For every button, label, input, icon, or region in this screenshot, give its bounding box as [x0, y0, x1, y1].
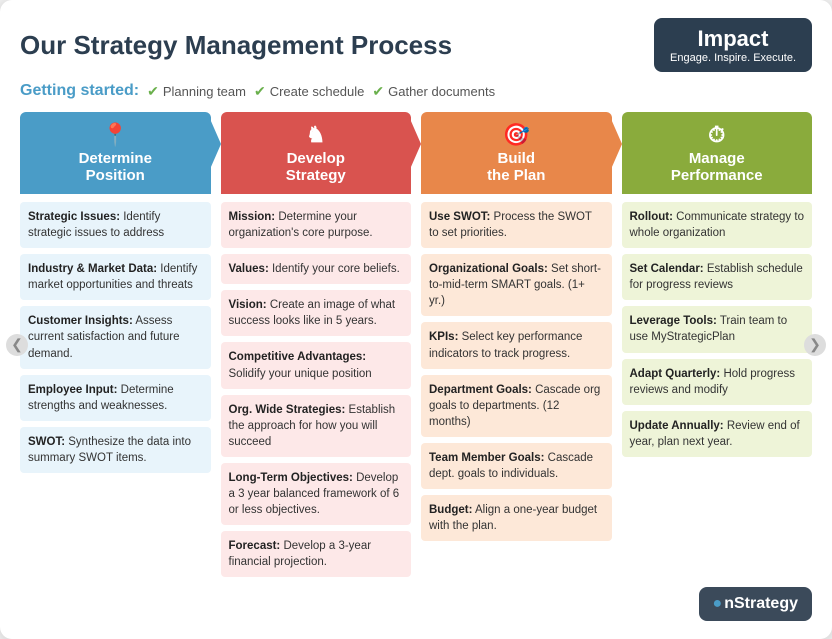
gs-item-documents: ✔ Gather documents	[372, 83, 495, 100]
col-wrap-build-the-plan: 🎯Buildthe Plan Use SWOT: Process the SWOT…	[421, 112, 612, 577]
col-wrap-manage-performance: ⏱ManagePerformance Rollout: Communicate s…	[622, 112, 813, 577]
list-item: Department Goals: Cascade org goals to d…	[421, 375, 612, 437]
nav-arrow-left[interactable]: ❮	[6, 334, 28, 356]
gs-documents-label: Gather documents	[388, 84, 495, 99]
col-title-determine-position: DeterminePosition	[79, 150, 152, 184]
col-header-manage-performance: ⏱ManagePerformance	[622, 112, 813, 194]
list-item: Competitive Advantages: Solidify your un…	[221, 342, 412, 388]
list-item: Update Annually: Review end of year, pla…	[622, 411, 813, 457]
col-wrap-develop-strategy: ♞DevelopStrategy Mission: Determine your …	[221, 112, 412, 577]
page-footer: ● nStrategy	[20, 587, 812, 621]
list-item: Adapt Quarterly: Hold progress reviews a…	[622, 359, 813, 405]
impact-box: Impact Engage. Inspire. Execute.	[654, 18, 812, 72]
columns-container: ❮ 📍DeterminePositionStrategic Issues: Id…	[20, 112, 812, 577]
col-icon-develop-strategy: ♞	[306, 122, 326, 148]
check-icon-2: ✔	[254, 83, 266, 100]
list-item: Customer Insights: Assess current satisf…	[20, 306, 211, 368]
list-item: Budget: Align a one-year budget with the…	[421, 495, 612, 541]
list-item: Organizational Goals: Set short-to-mid-t…	[421, 254, 612, 316]
col-header-develop-strategy: ♞DevelopStrategy	[221, 112, 412, 194]
gs-planning-label: Planning team	[163, 84, 246, 99]
list-item: Industry & Market Data: Identify market …	[20, 254, 211, 300]
list-item: Mission: Determine your organization's c…	[221, 202, 412, 248]
check-icon-3: ✔	[372, 83, 384, 100]
col-icon-determine-position: 📍	[102, 122, 129, 148]
col-header-determine-position: 📍DeterminePosition	[20, 112, 211, 194]
gs-item-planning: ✔ Planning team	[147, 83, 246, 100]
list-item: Long-Term Objectives: Develop a 3 year b…	[221, 463, 412, 525]
list-item: Org. Wide Strategies: Establish the appr…	[221, 395, 412, 457]
col-title-build-the-plan: Buildthe Plan	[487, 150, 545, 184]
col-items-manage-performance: Rollout: Communicate strategy to whole o…	[622, 202, 813, 457]
gs-item-schedule: ✔ Create schedule	[254, 83, 364, 100]
list-item: KPIs: Select key performance indicators …	[421, 322, 612, 368]
onstrategy-logo: ● nStrategy	[699, 587, 812, 621]
list-item: Values: Identify your core beliefs.	[221, 254, 412, 284]
page-header: Our Strategy Management Process Impact E…	[20, 18, 812, 72]
page-title: Our Strategy Management Process	[20, 30, 452, 61]
list-item: Leverage Tools: Train team to use MyStra…	[622, 306, 813, 352]
list-item: Set Calendar: Establish schedule for pro…	[622, 254, 813, 300]
impact-title: Impact	[670, 26, 796, 52]
col-icon-manage-performance: ⏱	[708, 122, 725, 148]
col-header-build-the-plan: 🎯Buildthe Plan	[421, 112, 612, 194]
col-items-determine-position: Strategic Issues: Identify strategic iss…	[20, 202, 211, 473]
col-title-develop-strategy: DevelopStrategy	[286, 150, 346, 184]
col-icon-build-the-plan: 🎯	[503, 122, 530, 148]
getting-started-bar: Getting started: ✔ Planning team ✔ Creat…	[20, 82, 812, 100]
list-item: Employee Input: Determine strengths and …	[20, 375, 211, 421]
process-columns: 📍DeterminePosition Strategic Issues: Iden…	[20, 112, 812, 577]
list-item: Vision: Create an image of what success …	[221, 290, 412, 336]
col-wrap-determine-position: 📍DeterminePosition Strategic Issues: Iden…	[20, 112, 211, 577]
col-items-build-the-plan: Use SWOT: Process the SWOT to set priori…	[421, 202, 612, 541]
list-item: Use SWOT: Process the SWOT to set priori…	[421, 202, 612, 248]
impact-subtitle: Engage. Inspire. Execute.	[670, 52, 796, 64]
list-item: Forecast: Develop a 3-year financial pro…	[221, 531, 412, 577]
col-items-develop-strategy: Mission: Determine your organization's c…	[221, 202, 412, 577]
list-item: Rollout: Communicate strategy to whole o…	[622, 202, 813, 248]
getting-started-label: Getting started:	[20, 82, 139, 100]
logo-circle: ●	[713, 595, 723, 613]
logo-text: nStrategy	[724, 595, 798, 613]
nav-arrow-right[interactable]: ❯	[804, 334, 826, 356]
check-icon-1: ✔	[147, 83, 159, 100]
list-item: Strategic Issues: Identify strategic iss…	[20, 202, 211, 248]
list-item: Team Member Goals: Cascade dept. goals t…	[421, 443, 612, 489]
gs-schedule-label: Create schedule	[270, 84, 365, 99]
col-title-manage-performance: ManagePerformance	[671, 150, 763, 184]
list-item: SWOT: Synthesize the data into summary S…	[20, 427, 211, 473]
